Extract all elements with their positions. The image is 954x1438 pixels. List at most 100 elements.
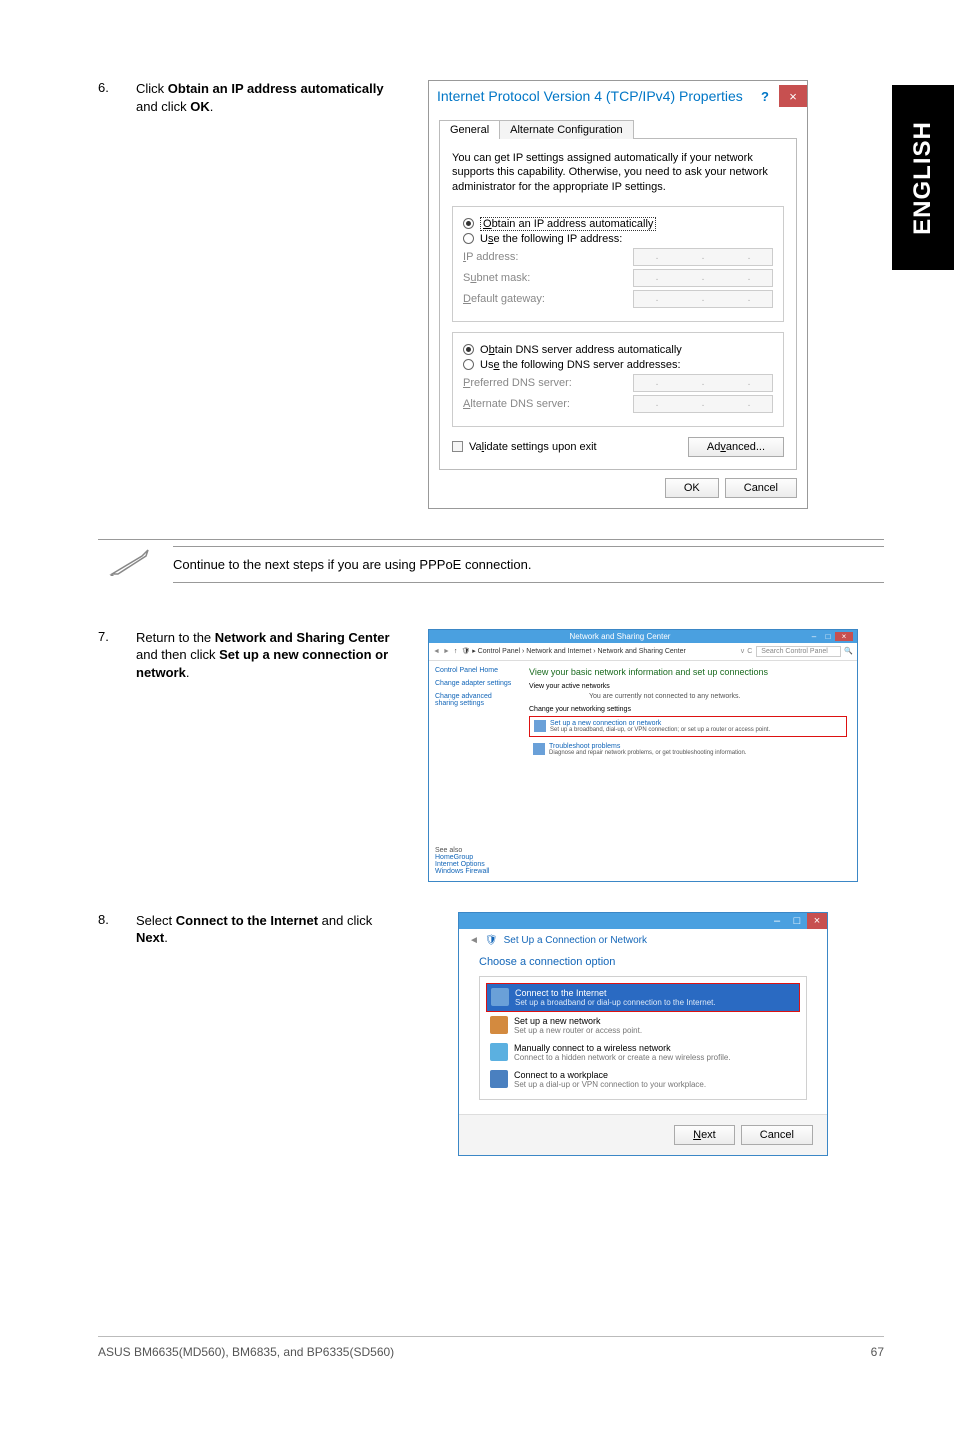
radio-obtain-dns[interactable]: Obtain DNS server address automatically — [463, 344, 773, 356]
option-new-network[interactable]: Set up a new networkSet up a new router … — [486, 1012, 800, 1039]
close-button[interactable]: × — [807, 913, 827, 929]
window-title: Network and Sharing Center — [433, 632, 807, 641]
maximize-button[interactable]: □ — [821, 632, 835, 641]
building-icon — [490, 1070, 508, 1088]
ip-fieldset: Obtain an IP address automatically Use t… — [452, 206, 784, 322]
cancel-button[interactable]: Cancel — [725, 478, 797, 498]
troubleshoot-item[interactable]: Troubleshoot problems Diagnose and repai… — [529, 740, 847, 759]
preferred-dns-field: ... — [633, 374, 773, 392]
label-mask: Subnet mask: — [463, 272, 633, 284]
option-workplace[interactable]: Connect to a workplaceSet up a dial-up o… — [486, 1066, 800, 1093]
option-connect-internet[interactable]: Connect to the InternetSet up a broadban… — [486, 983, 800, 1012]
shield-icon: 🛡 — [485, 935, 498, 946]
step-number: 6. — [98, 80, 136, 95]
ok-button[interactable]: OK — [665, 478, 719, 498]
option-manual-wireless[interactable]: Manually connect to a wireless networkCo… — [486, 1039, 800, 1066]
window-titlebar: Network and Sharing Center – □ × — [429, 630, 857, 643]
alternate-dns-field: ... — [633, 395, 773, 413]
breadcrumb-path[interactable]: 🛡 ▸ Control Panel › Network and Internet… — [461, 647, 737, 655]
sidebar-home[interactable]: Control Panel Home — [435, 667, 513, 674]
label-pdns: Preferred DNS server: — [463, 377, 633, 389]
validate-checkbox[interactable] — [452, 441, 463, 452]
document-page: ENGLISH 6. Click Obtain an IP address au… — [0, 0, 954, 1399]
gateway-field: ... — [633, 290, 773, 308]
cancel-button[interactable]: Cancel — [741, 1125, 813, 1145]
troubleshoot-subtitle: Diagnose and repair network problems, or… — [549, 750, 746, 756]
radio-icon — [463, 344, 474, 355]
choose-option-heading: Choose a connection option — [479, 956, 807, 968]
not-connected-text: You are currently not connected to any n… — [589, 693, 847, 700]
setup-connection-item[interactable]: Set up a new connection or network Set u… — [529, 716, 847, 737]
label-ip: IP address: — [463, 251, 633, 263]
validate-label: Validate settings upon exit — [469, 441, 597, 453]
note: Continue to the next steps if you are us… — [98, 539, 884, 589]
dns-fieldset: Obtain DNS server address automatically … — [452, 332, 784, 427]
tab-general[interactable]: General — [439, 120, 500, 139]
screenshot-1: Internet Protocol Version 4 (TCP/IPv4) P… — [428, 80, 884, 509]
label-adns: Alternate DNS server: — [463, 398, 633, 410]
radio-icon — [463, 359, 474, 370]
back-icon[interactable]: ◄ — [469, 935, 479, 946]
screenshot-2: Network and Sharing Center – □ × ◄ ► ↑ 🛡… — [428, 629, 884, 882]
minimize-button[interactable]: – — [767, 913, 787, 929]
nav-fwd-icon[interactable]: ► — [443, 648, 450, 655]
main-panel: View your basic network information and … — [519, 661, 857, 841]
setup-title: Set up a new connection or network — [550, 720, 770, 727]
radio-obtain-ip[interactable]: Obtain an IP address automatically — [463, 218, 773, 230]
troubleshoot-icon — [533, 743, 545, 755]
wireless-icon — [490, 1043, 508, 1061]
label-gateway: Default gateway: — [463, 293, 633, 305]
window-titlebar: – □ × — [459, 913, 827, 929]
globe-icon — [491, 988, 509, 1006]
ip-description: You can get IP settings assigned automat… — [452, 151, 784, 194]
options-list: Connect to the InternetSet up a broadban… — [479, 976, 807, 1100]
search-input[interactable]: Search Control Panel — [756, 646, 841, 657]
breadcrumb-bar: ◄ ► ↑ 🛡 ▸ Control Panel › Network and In… — [429, 643, 857, 661]
setup-icon — [534, 720, 546, 732]
network-sharing-window: Network and Sharing Center – □ × ◄ ► ↑ 🛡… — [428, 629, 858, 882]
step-8: 8. Select Connect to the Internet and cl… — [98, 912, 884, 1156]
language-tab: ENGLISH — [892, 85, 954, 270]
link-homegroup[interactable]: HomeGroup — [435, 854, 851, 861]
page-footer: ASUS BM6635(MD560), BM6835, and BP6335(S… — [98, 1336, 884, 1359]
step-6: 6. Click Obtain an IP address automatica… — [98, 80, 884, 509]
ip-address-field: ... — [633, 248, 773, 266]
see-also: See also HomeGroup Internet Options Wind… — [429, 841, 857, 881]
radio-use-ip[interactable]: Use the following IP address: — [463, 233, 773, 245]
help-button[interactable]: ? — [751, 85, 779, 107]
advanced-button[interactable]: Advanced... — [688, 437, 784, 457]
radio-use-dns[interactable]: Use the following DNS server addresses: — [463, 359, 773, 371]
sidebar-advanced[interactable]: Change advanced sharing settings — [435, 693, 513, 707]
sidebar-adapter[interactable]: Change adapter settings — [435, 680, 513, 687]
screenshot-3: – □ × ◄ 🛡 Set Up a Connection or Network… — [458, 912, 884, 1156]
close-button[interactable]: × — [779, 85, 807, 107]
note-text: Continue to the next steps if you are us… — [173, 546, 884, 583]
footer-page-number: 67 — [871, 1345, 884, 1359]
footer-model: ASUS BM6635(MD560), BM6835, and BP6335(S… — [98, 1345, 394, 1359]
tabs: General Alternate Configuration — [439, 119, 797, 139]
link-windows-firewall[interactable]: Windows Firewall — [435, 868, 851, 875]
step-text: Select Connect to the Internet and click… — [136, 912, 398, 947]
window-titlebar: Internet Protocol Version 4 (TCP/IPv4) P… — [429, 81, 807, 111]
close-button[interactable]: × — [835, 632, 853, 641]
change-settings-label: Change your networking settings — [529, 706, 847, 713]
step-number: 8. — [98, 912, 136, 927]
tab-alternate[interactable]: Alternate Configuration — [499, 120, 634, 139]
next-button[interactable]: Next — [674, 1125, 735, 1145]
ipv4-properties-window: Internet Protocol Version 4 (TCP/IPv4) P… — [428, 80, 808, 509]
router-icon — [490, 1016, 508, 1034]
language-label: ENGLISH — [909, 121, 937, 235]
step-number: 7. — [98, 629, 136, 644]
nav-back-icon[interactable]: ◄ — [433, 648, 440, 655]
radio-icon — [463, 233, 474, 244]
subnet-mask-field: ... — [633, 269, 773, 287]
view-active-label: View your active networks — [529, 683, 847, 690]
window-subtitle-bar: ◄ 🛡 Set Up a Connection or Network — [459, 929, 827, 952]
link-inet-options[interactable]: Internet Options — [435, 861, 851, 868]
maximize-button[interactable]: □ — [787, 913, 807, 929]
minimize-button[interactable]: – — [807, 632, 821, 641]
search-icon[interactable]: 🔍 — [844, 647, 853, 655]
setup-subtitle: Set up a broadband, dial-up, or VPN conn… — [550, 727, 770, 733]
radio-icon — [463, 218, 474, 229]
step-text: Return to the Network and Sharing Center… — [136, 629, 398, 682]
